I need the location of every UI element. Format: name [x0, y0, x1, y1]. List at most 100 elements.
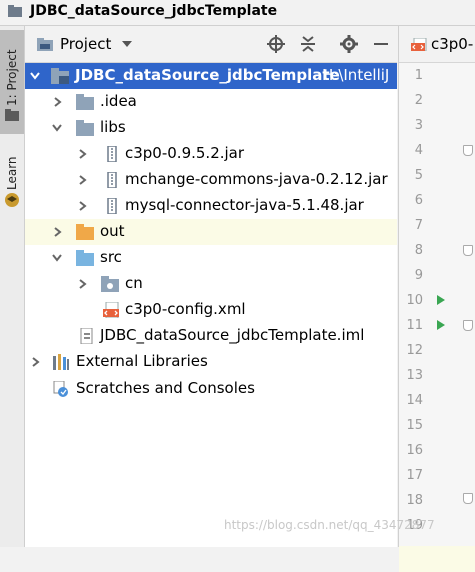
tree-item-idea[interactable]: .idea — [25, 89, 397, 115]
jar-icon — [107, 146, 117, 162]
chevron-right-icon[interactable] — [77, 175, 87, 185]
tree-item-label: mysql-connector-java-5.1.48.jar — [125, 196, 364, 214]
tree-item-out[interactable]: out — [25, 219, 397, 245]
watermark: https://blog.csdn.net/qq_43472877 — [224, 518, 435, 532]
tree-item-iml[interactable]: JDBC_dataSource_jdbcTemplate.iml — [25, 323, 397, 349]
line-number: 13 — [406, 368, 423, 383]
line-number: 14 — [406, 393, 423, 408]
source-folder-icon — [76, 250, 94, 266]
project-path: H:\IntelliJ — [322, 66, 390, 84]
left-tool-stripe: 1: Project Learn — [0, 26, 25, 547]
tree-item-label: src — [100, 248, 122, 266]
tree-item-src[interactable]: src — [25, 245, 397, 271]
chevron-right-icon[interactable] — [77, 279, 87, 289]
chevron-down-icon[interactable] — [30, 71, 40, 81]
fold-marker-icon[interactable] — [463, 145, 473, 156]
tree-item-label: libs — [100, 118, 126, 136]
tree-item-scratches[interactable]: Scratches and Consoles — [25, 376, 397, 402]
line-number: 5 — [414, 168, 423, 183]
run-gutter-icon[interactable] — [437, 295, 445, 305]
chevron-right-icon[interactable] — [77, 149, 87, 159]
fold-marker-icon[interactable] — [463, 245, 473, 256]
editor-tab-label: c3p0- — [431, 35, 474, 53]
chevron-right-icon[interactable] — [30, 357, 40, 367]
tree-item-mysql-jar[interactable]: mysql-connector-java-5.1.48.jar — [25, 193, 397, 219]
editor-tab[interactable]: c3p0- — [399, 26, 475, 63]
collapse-all-icon[interactable] — [299, 35, 317, 53]
line-number-gutter: 1 2 3 4 5 6 7 8 9 10 11 12 13 14 15 16 1… — [399, 63, 475, 572]
line-number: 4 — [414, 143, 423, 158]
folder-icon — [5, 109, 19, 121]
learn-tool-tab[interactable]: Learn — [0, 138, 24, 208]
tree-item-libs[interactable]: libs — [25, 115, 397, 141]
tree-item-external-libraries[interactable]: External Libraries — [25, 349, 397, 375]
tree-item-cn[interactable]: cn — [25, 271, 397, 297]
fold-marker-icon[interactable] — [463, 320, 473, 331]
line-number: 11 — [406, 318, 423, 333]
tree-item-label: Scratches and Consoles — [76, 379, 255, 397]
locate-crosshair-icon[interactable] — [267, 35, 285, 53]
line-number: 3 — [414, 118, 423, 133]
chevron-down-icon[interactable] — [122, 41, 132, 48]
run-gutter-icon[interactable] — [437, 320, 445, 330]
tree-item-c3p0-jar[interactable]: c3p0-0.9.5.2.jar — [25, 141, 397, 167]
line-number: 10 — [406, 293, 423, 308]
tree-item-label: c3p0-config.xml — [125, 300, 246, 318]
project-tool-tab[interactable]: 1: Project — [0, 30, 24, 134]
project-icon — [37, 38, 53, 51]
tree-item-label: out — [100, 222, 125, 240]
xml-file-icon — [103, 302, 119, 318]
tree-item-label: JDBC_dataSource_jdbcTemplate — [75, 66, 340, 84]
libraries-icon — [53, 354, 69, 370]
jar-icon — [107, 198, 117, 214]
tree-item-label: JDBC_dataSource_jdbcTemplate.iml — [100, 326, 365, 344]
editor-area: c3p0- 1 2 3 4 5 6 7 8 9 10 11 12 13 14 1… — [398, 26, 475, 572]
chevron-down-icon[interactable] — [52, 253, 62, 263]
line-number: 6 — [414, 193, 423, 208]
project-window-icon — [8, 5, 22, 17]
excluded-folder-icon — [76, 224, 94, 240]
xml-file-icon — [411, 38, 427, 51]
chevron-right-icon[interactable] — [52, 97, 62, 107]
tree-item-label: cn — [125, 274, 143, 292]
tree-item-label: c3p0-0.9.5.2.jar — [125, 144, 245, 162]
line-number: 15 — [406, 418, 423, 433]
folder-icon — [76, 120, 94, 136]
tree-item-label: mchange-commons-java-0.2.12.jar — [125, 170, 388, 188]
tree-item-label: .idea — [100, 92, 137, 110]
line-number: 7 — [414, 218, 423, 233]
scratches-icon — [53, 381, 68, 397]
jar-icon — [107, 172, 117, 188]
line-number: 17 — [406, 468, 423, 483]
window-title: JDBC_dataSource_jdbcTemplate — [30, 3, 278, 19]
current-line-highlight — [399, 546, 475, 572]
chevron-down-icon[interactable] — [52, 123, 62, 133]
tree-item-root[interactable]: JDBC_dataSource_jdbcTemplate H:\IntelliJ — [25, 63, 397, 89]
tree-item-mchange-jar[interactable]: mchange-commons-java-0.2.12.jar — [25, 167, 397, 193]
project-panel: Project JDBC_dataSource_jdbcTemplate H:\… — [25, 26, 397, 547]
graduation-cap-icon — [5, 193, 19, 207]
project-view-title[interactable]: Project — [60, 35, 111, 53]
learn-tab-label: Learn — [5, 156, 19, 190]
line-number: 8 — [414, 243, 423, 258]
folder-icon — [76, 94, 94, 110]
fold-marker-icon[interactable] — [463, 493, 473, 504]
line-number: 12 — [406, 343, 423, 358]
module-folder-icon — [51, 68, 69, 84]
chevron-right-icon[interactable] — [77, 201, 87, 211]
package-icon — [101, 276, 119, 292]
project-panel-toolbar: Project — [25, 26, 397, 63]
line-number: 9 — [414, 268, 423, 283]
line-number: 16 — [406, 443, 423, 458]
project-tab-label: 1: Project — [5, 49, 19, 106]
line-number: 18 — [406, 493, 423, 508]
chevron-right-icon[interactable] — [52, 227, 62, 237]
iml-file-icon — [80, 328, 93, 344]
tree-item-label: External Libraries — [76, 352, 208, 370]
line-number: 2 — [414, 93, 423, 108]
gear-icon[interactable] — [340, 35, 358, 53]
line-number: 1 — [414, 68, 423, 83]
minimize-icon[interactable] — [372, 35, 390, 53]
title-bar: JDBC_dataSource_jdbcTemplate — [0, 0, 475, 26]
tree-item-c3p0-config[interactable]: c3p0-config.xml — [25, 297, 397, 323]
